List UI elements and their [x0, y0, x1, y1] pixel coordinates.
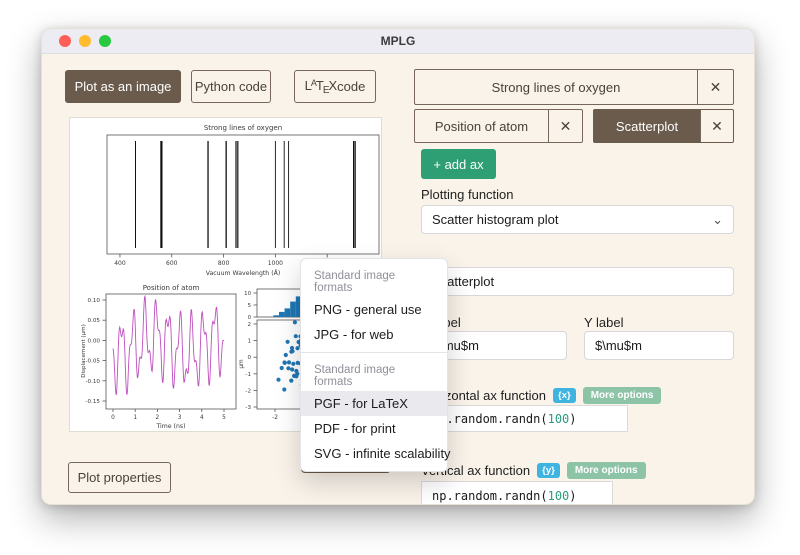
- minimize-window-button[interactable]: [79, 35, 91, 47]
- svg-text:1: 1: [247, 339, 251, 345]
- python-code-button[interactable]: Python code: [191, 70, 271, 103]
- svg-text:-0.10: -0.10: [86, 379, 101, 385]
- y-label-value: $\mu$m: [595, 338, 642, 353]
- plot-as-image-label: Plot as an image: [74, 79, 172, 94]
- close-tab-oxygen-button[interactable]: ✕: [697, 70, 733, 104]
- chevron-down-icon: ⌄: [712, 211, 723, 227]
- svg-text:1000: 1000: [268, 260, 283, 267]
- tab-group-scatterplot: Scatterplot ✕: [593, 109, 734, 143]
- titlebar: MPLG: [42, 29, 754, 54]
- vertical-fn-code-input[interactable]: np.random.randn(100): [421, 481, 613, 504]
- svg-text:-0.05: -0.05: [86, 359, 101, 365]
- svg-text:Displacement (μm): Displacement (μm): [81, 324, 87, 378]
- vertical-more-options-button[interactable]: More options: [566, 461, 646, 479]
- svg-text:0: 0: [248, 315, 252, 321]
- code-number: 100: [547, 489, 570, 503]
- plot-as-image-button[interactable]: Plot as an image: [65, 70, 181, 103]
- tab-strong-lines-of-oxygen[interactable]: Strong lines of oxygen: [415, 70, 697, 104]
- svg-text:400: 400: [114, 260, 126, 267]
- svg-text:3: 3: [178, 415, 182, 421]
- svg-text:5: 5: [248, 303, 251, 309]
- svg-text:Strong lines of oxygen: Strong lines of oxygen: [204, 124, 282, 132]
- horizontal-more-options-button[interactable]: More options: [582, 386, 662, 404]
- svg-text:1: 1: [133, 415, 137, 421]
- tab-position-of-atom[interactable]: Position of atom: [415, 110, 548, 142]
- code-text: np.random.randn(: [432, 489, 548, 503]
- close-tab-scatterplot-button[interactable]: ✕: [700, 110, 733, 142]
- menu-section-header: Standard image formats: [314, 270, 396, 294]
- svg-text:-0.15: -0.15: [86, 399, 101, 405]
- app-window: MPLG Plot as an image Python code LATEX …: [41, 28, 755, 505]
- vertical-fn-row: Vertical ax function {y} More options: [421, 461, 646, 479]
- svg-text:4: 4: [200, 415, 204, 421]
- svg-text:800: 800: [218, 260, 230, 267]
- svg-text:-1: -1: [245, 372, 251, 378]
- window-title: MPLG: [380, 34, 416, 48]
- plot-title-input[interactable]: Scatterplot: [421, 267, 734, 296]
- latex-code-button[interactable]: LATEX code: [294, 70, 376, 103]
- export-format-menu: Standard image formats PNG - general use…: [300, 258, 451, 472]
- tab-scatterplot[interactable]: Scatterplot: [594, 110, 700, 142]
- code-text: np.random.randn(: [432, 411, 548, 426]
- python-code-label: Python code: [194, 79, 268, 94]
- tab-group-oxygen: Strong lines of oxygen ✕: [414, 69, 734, 105]
- latex-logo: LATEX: [304, 77, 338, 96]
- code-number: 100: [547, 411, 570, 426]
- add-ax-button[interactable]: + add ax: [421, 149, 496, 179]
- svg-text:0: 0: [247, 355, 251, 361]
- y-label-input[interactable]: $\mu$m: [584, 331, 734, 360]
- svg-text:0.05: 0.05: [88, 318, 101, 324]
- menu-separator: [301, 352, 447, 353]
- menu-section-header: Standard image formats: [314, 364, 396, 388]
- svg-text:-3: -3: [245, 405, 251, 411]
- latex-code-label: code: [337, 79, 366, 94]
- tab-group-atom: Position of atom ✕: [414, 109, 583, 143]
- svg-text:0.00: 0.00: [88, 338, 101, 344]
- svg-text:Vacuum Wavelength (Å): Vacuum Wavelength (Å): [206, 268, 281, 277]
- svg-text:600: 600: [166, 260, 178, 267]
- close-tab-atom-button[interactable]: ✕: [548, 110, 582, 142]
- horizontal-fn-code-input[interactable]: np.random.randn(100): [421, 405, 628, 432]
- plotting-function-label: Plotting function: [421, 187, 514, 202]
- horizontal-fn-row: Horizontal ax function {x} More options: [421, 386, 662, 404]
- menu-item-jpg[interactable]: JPG - for web: [301, 322, 447, 347]
- svg-text:0: 0: [111, 415, 115, 421]
- svg-text:10: 10: [244, 291, 251, 297]
- svg-text:2: 2: [156, 415, 160, 421]
- traffic-lights: [59, 35, 111, 47]
- zoom-window-button[interactable]: [99, 35, 111, 47]
- menu-item-pgf[interactable]: PGF - for LaTeX: [301, 391, 447, 416]
- close-window-button[interactable]: [59, 35, 71, 47]
- svg-text:-2: -2: [245, 388, 251, 394]
- menu-item-svg[interactable]: SVG - infinite scalability: [301, 441, 451, 466]
- y-label-label: Y label: [584, 315, 624, 330]
- plot-properties-label: Plot properties: [77, 470, 162, 485]
- menu-item-pdf[interactable]: PDF - for print: [301, 416, 447, 441]
- plotting-function-select[interactable]: Scatter histogram plot ⌄: [421, 205, 734, 234]
- y-variable-badge: {y}: [537, 462, 560, 478]
- svg-text:2: 2: [247, 322, 251, 328]
- svg-text:-2: -2: [272, 415, 278, 421]
- x-variable-badge: {x}: [553, 387, 576, 403]
- menu-item-png[interactable]: PNG - general use: [301, 297, 447, 322]
- plot-properties-button[interactable]: Plot properties: [68, 462, 171, 493]
- svg-text:Position of atom: Position of atom: [143, 284, 200, 292]
- svg-text:0.10: 0.10: [88, 298, 101, 304]
- svg-text:μm: μm: [239, 359, 245, 369]
- code-text: ): [569, 489, 577, 503]
- plotting-function-value: Scatter histogram plot: [432, 212, 559, 227]
- svg-text:Time (ns): Time (ns): [155, 423, 185, 430]
- screenshot-stage: MPLG Plot as an image Python code LATEX …: [0, 0, 800, 555]
- svg-text:5: 5: [222, 415, 226, 421]
- code-text: ): [569, 411, 577, 426]
